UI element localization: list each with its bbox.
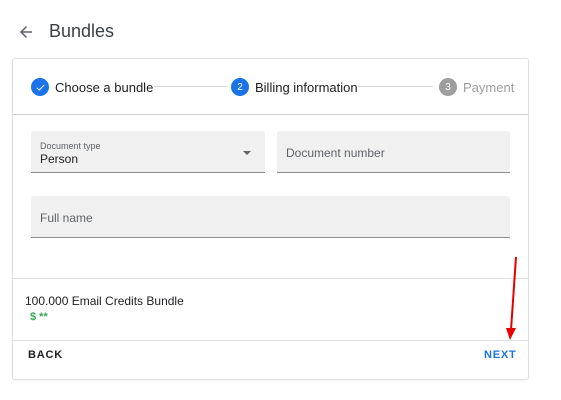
step-connector xyxy=(358,86,433,87)
page-header: Bundles xyxy=(0,0,561,60)
step-choose-bundle[interactable]: Choose a bundle xyxy=(31,77,153,97)
bundle-price: $ ** xyxy=(30,311,48,323)
arrow-left-icon xyxy=(20,26,32,38)
step-number: 2 xyxy=(231,78,249,96)
full-name-field[interactable]: Full name xyxy=(31,196,510,238)
checkout-card: Choose a bundle 2 Billing information 3 … xyxy=(12,58,529,380)
step-number: 3 xyxy=(439,78,457,96)
back-button[interactable]: BACK xyxy=(28,349,63,361)
next-button[interactable]: NEXT xyxy=(484,349,517,361)
step-label: Payment xyxy=(463,79,515,95)
step-label: Billing information xyxy=(255,79,358,95)
stepper: Choose a bundle 2 Billing information 3 … xyxy=(13,59,528,115)
divider xyxy=(13,278,528,279)
step-label: Choose a bundle xyxy=(55,79,154,95)
document-number-placeholder: Document number xyxy=(286,146,385,160)
document-number-field[interactable]: Document number xyxy=(277,131,510,173)
document-type-label: Document type xyxy=(40,141,101,151)
bundle-name: 100.000 Email Credits Bundle xyxy=(25,294,184,308)
step-billing-information[interactable]: 2 Billing information xyxy=(231,77,358,97)
full-name-placeholder: Full name xyxy=(40,211,93,225)
checkmark-icon xyxy=(31,78,49,96)
step-payment[interactable]: 3 Payment xyxy=(439,77,514,97)
document-type-select[interactable]: Document type Person xyxy=(31,131,265,173)
back-arrow-button[interactable] xyxy=(14,20,38,44)
dropdown-arrow-icon xyxy=(243,151,251,155)
divider xyxy=(13,340,528,341)
document-type-value: Person xyxy=(40,152,79,166)
step-connector xyxy=(152,86,227,87)
page-title: Bundles xyxy=(49,21,115,41)
